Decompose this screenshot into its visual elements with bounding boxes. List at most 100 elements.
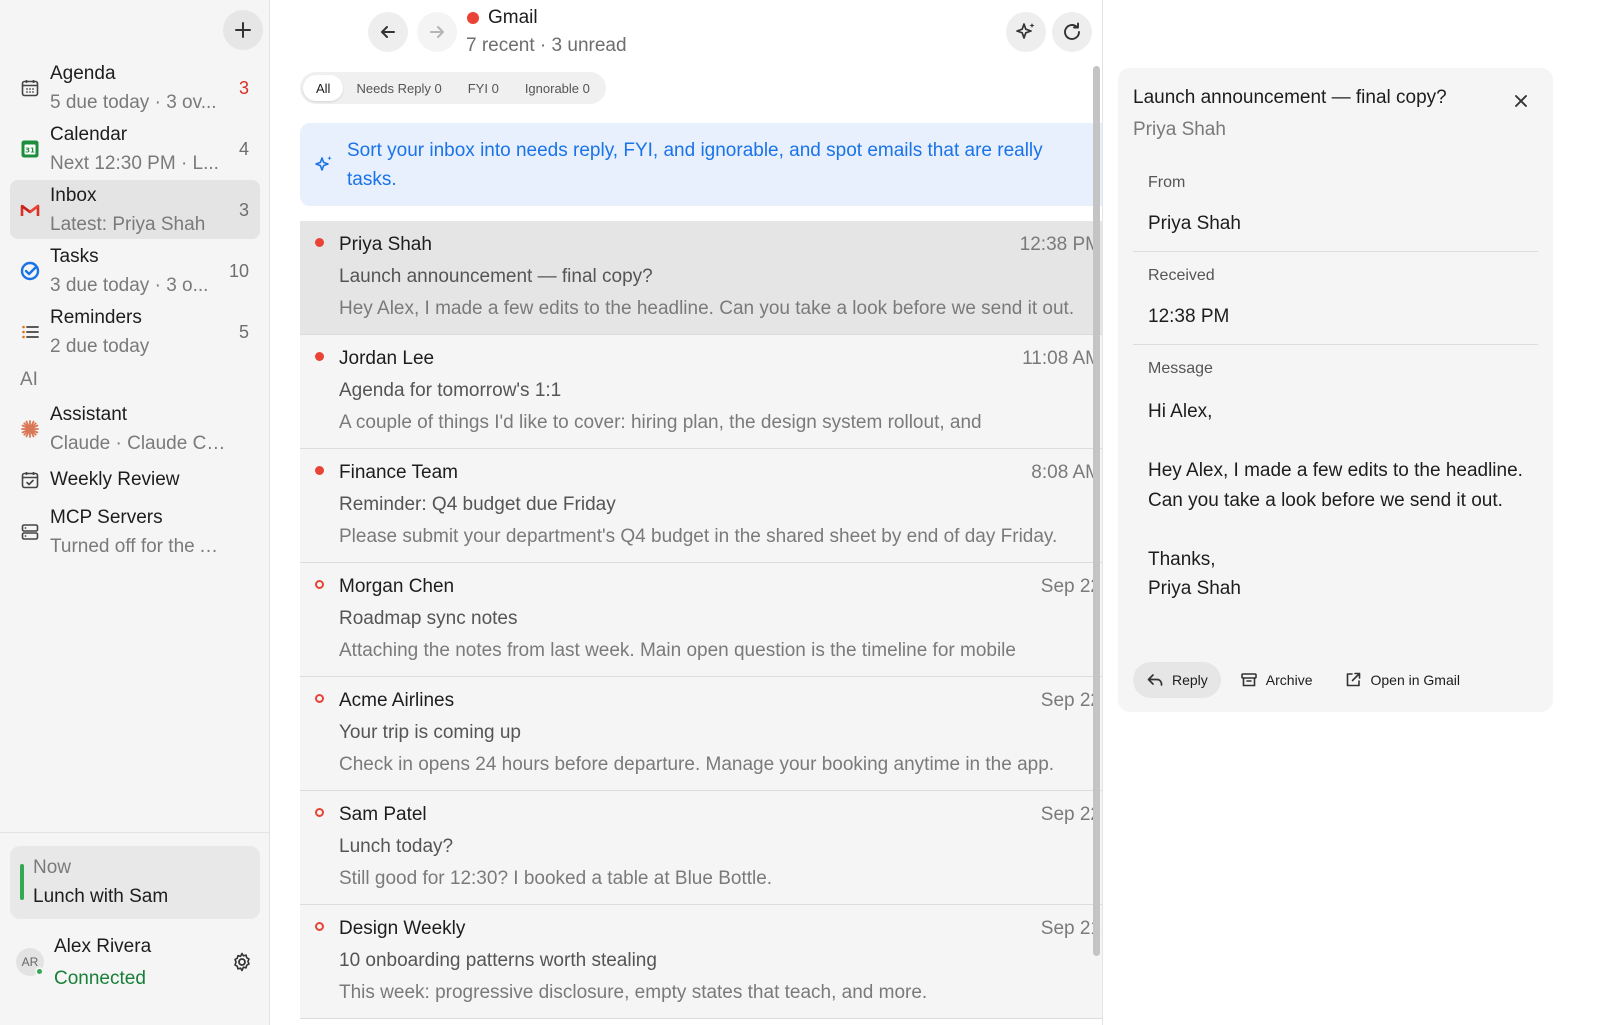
now-indicator-bar <box>20 864 24 900</box>
email-time: Sep 22 <box>1040 804 1101 825</box>
reply-button[interactable]: Reply <box>1133 662 1221 698</box>
sidebar-divider <box>0 832 270 833</box>
forward-button[interactable] <box>417 12 457 52</box>
email-row[interactable]: Design Weekly Sep 21 10 onboarding patte… <box>300 905 1103 1019</box>
sidebar-item-count: 10 <box>228 261 249 281</box>
scrollbar[interactable] <box>1093 66 1100 956</box>
email-sender: Morgan Chen <box>339 576 455 597</box>
sidebar-item-tasks[interactable]: Tasks 3 due today · 3 o... 10 <box>10 241 260 300</box>
sparkle-icon <box>1016 23 1035 39</box>
email-snippet: Check in opens 24 hours before departure… <box>339 754 1055 775</box>
filter-ignorable[interactable]: Ignorable 0 <box>512 75 603 101</box>
from-value: Priya Shah <box>1148 213 1241 234</box>
new-button[interactable] <box>223 10 263 50</box>
connection-status: Connected <box>54 968 146 989</box>
arrow-right-icon <box>430 26 444 38</box>
email-time: Sep 22 <box>1040 690 1101 711</box>
filter-all[interactable]: All <box>303 75 344 101</box>
source-summary: 7 recent · 3 unread <box>466 35 627 56</box>
refresh-button[interactable] <box>1052 12 1092 52</box>
sidebar-item-subtitle: 5 due today · 3 ov... <box>50 92 217 113</box>
sidebar-item-mcp-servers[interactable]: MCP Servers Turned off for the As... <box>10 502 260 561</box>
now-event: Lunch with Sam <box>33 886 169 907</box>
filter-fyi[interactable]: FYI 0 <box>455 75 512 101</box>
now-card[interactable]: Now Lunch with Sam <box>10 846 260 919</box>
google-calendar-icon: 31 <box>19 138 41 160</box>
sparkle-icon <box>313 153 335 175</box>
email-snippet: This week: progressive disclosure, empty… <box>339 982 928 1003</box>
email-row[interactable]: Priya Shah 12:38 PM Launch announcement … <box>300 221 1103 335</box>
email-row[interactable]: Jordan Lee 11:08 AM Agenda for tomorrow'… <box>300 335 1103 449</box>
agenda-icon <box>19 77 41 99</box>
reply-icon <box>1147 674 1163 686</box>
sidebar-item-subtitle: Next 12:30 PM · L... <box>50 153 219 174</box>
filter-needs-reply[interactable]: Needs Reply 0 <box>343 75 454 101</box>
email-row[interactable]: Acme Airlines Sep 22 Your trip is coming… <box>300 677 1103 791</box>
ai-section-label: AI <box>20 369 38 390</box>
message-line: Hey Alex, I made a few edits to the head… <box>1148 460 1523 511</box>
sidebar-item-title: Agenda <box>50 63 116 84</box>
sidebar-item-title: Reminders <box>50 307 142 328</box>
read-dot <box>315 922 324 931</box>
received-label: Received <box>1148 267 1215 284</box>
settings-button[interactable] <box>230 950 254 974</box>
email-subject: Roadmap sync notes <box>339 608 518 629</box>
field-divider <box>1133 344 1538 345</box>
archive-button[interactable]: Archive <box>1227 662 1326 698</box>
email-sender: Design Weekly <box>339 918 466 939</box>
weekly-review-icon <box>19 469 41 491</box>
read-dot <box>315 808 324 817</box>
sidebar-item-count: 3 <box>238 78 249 98</box>
gear-icon <box>234 952 250 972</box>
sidebar-item-subtitle: 2 due today <box>50 336 150 357</box>
email-subject: 10 onboarding patterns worth stealing <box>339 950 657 971</box>
from-label: From <box>1148 174 1186 191</box>
sidebar-item-calendar[interactable]: 31 Calendar Next 12:30 PM · L... 4 <box>10 119 260 178</box>
close-button[interactable] <box>1509 89 1533 113</box>
sidebar-item-assistant[interactable]: Assistant Claude · Claude Cod... <box>10 399 260 458</box>
sidebar-item-subtitle: Turned off for the As... <box>50 536 230 557</box>
message-line: Thanks, <box>1148 548 1216 570</box>
email-time: 12:38 PM <box>1019 234 1101 255</box>
external-link-icon <box>1347 672 1361 687</box>
sidebar-item-count: 4 <box>238 139 249 159</box>
open-in-gmail-label: Open in Gmail <box>1370 672 1460 688</box>
sidebar-item-agenda[interactable]: Agenda 5 due today · 3 ov... 3 <box>10 58 260 117</box>
user-account: AR Alex Rivera Connected <box>0 930 270 1000</box>
close-icon <box>1515 95 1527 107</box>
sidebar-item-title: Inbox <box>50 185 97 206</box>
claude-icon <box>19 418 41 440</box>
sidebar-item-weekly-review[interactable]: Weekly Review <box>10 460 260 500</box>
back-button[interactable] <box>368 12 408 52</box>
sidebar-item-reminders[interactable]: Reminders 2 due today 5 <box>10 302 260 361</box>
now-label: Now <box>33 857 72 878</box>
email-detail-panel: Launch announcement — final copy? Priya … <box>1118 68 1553 712</box>
detail-title: Launch announcement — final copy? <box>1133 87 1447 108</box>
email-time: 11:08 AM <box>1022 348 1101 369</box>
email-snippet: Hey Alex, I made a few edits to the head… <box>339 298 1075 319</box>
reminders-icon <box>19 321 41 343</box>
ai-triage-button[interactable] <box>1006 12 1046 52</box>
filter-tabs: All Needs Reply 0 FYI 0 Ignorable 0 <box>300 72 606 104</box>
field-divider <box>1133 251 1538 252</box>
ai-sort-banner[interactable]: Sort your inbox into needs reply, FYI, a… <box>300 123 1103 206</box>
ai-banner-text: Sort your inbox into needs reply, FYI, a… <box>347 140 1043 190</box>
sidebar-item-inbox[interactable]: Inbox Latest: Priya Shah 3 <box>10 180 260 239</box>
unread-dot <box>315 352 324 361</box>
sidebar-item-subtitle: 3 due today · 3 o... <box>50 275 209 296</box>
email-snippet: Attaching the notes from last week. Main… <box>339 640 1016 661</box>
sidebar-item-title: Calendar <box>50 124 128 145</box>
inbox-main: Gmail 7 recent · 3 unread All Needs Repl… <box>271 0 1103 1025</box>
email-sender: Acme Airlines <box>339 690 455 711</box>
open-in-gmail-button[interactable]: Open in Gmail <box>1331 662 1472 698</box>
email-row[interactable]: Morgan Chen Sep 22 Roadmap sync notes At… <box>300 563 1103 677</box>
email-subject: Your trip is coming up <box>339 722 522 743</box>
refresh-icon <box>1064 22 1080 40</box>
message-line <box>1148 515 1528 545</box>
email-row[interactable]: Finance Team 8:08 AM Reminder: Q4 budget… <box>300 449 1103 563</box>
email-row[interactable]: Sam Patel Sep 22 Lunch today? Still good… <box>300 791 1103 905</box>
sidebar-item-title: Weekly Review <box>50 469 180 490</box>
pane-divider <box>1102 0 1103 1025</box>
sidebar-nav: Agenda 5 due today · 3 ov... 3 31 Calend… <box>10 58 260 563</box>
message-line: Hi Alex, <box>1148 401 1213 422</box>
